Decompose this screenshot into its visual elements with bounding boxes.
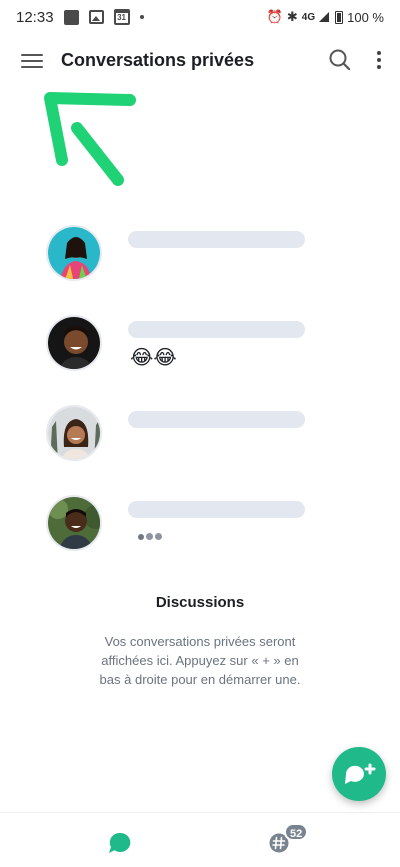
new-conversation-button[interactable] — [332, 747, 386, 801]
list-item: 😂😂 — [0, 315, 400, 395]
channels-unread-badge: 52 — [284, 823, 309, 841]
avatar — [46, 225, 102, 281]
network-type: 4G — [301, 11, 316, 23]
typing-dot — [155, 533, 162, 540]
placeholder-title-bar — [128, 231, 305, 248]
search-icon — [329, 49, 351, 71]
list-item — [0, 495, 400, 575]
empty-state-title: Discussions — [155, 594, 245, 611]
avatar — [46, 315, 102, 371]
avatar — [46, 405, 102, 461]
menu-icon-line — [21, 60, 43, 62]
message-preview: 😂😂 — [130, 347, 177, 369]
more-options-button[interactable] — [368, 46, 390, 74]
typing-indicator-icon — [138, 533, 162, 540]
notification-square-icon — [63, 9, 79, 25]
menu-icon-line — [21, 66, 43, 68]
placeholder-title-bar — [128, 501, 305, 518]
bottom-navigation: 52 — [0, 812, 400, 867]
placeholder-title-bar — [128, 321, 305, 338]
list-item — [0, 225, 400, 305]
empty-state-text: Vos conversations privées seront affiché… — [99, 634, 301, 687]
bluetooth-icon: ✱ — [286, 9, 298, 24]
avatar — [46, 495, 102, 551]
typing-dot — [146, 533, 153, 540]
status-time: 12:33 — [16, 8, 54, 26]
annotation-arrow-icon — [44, 92, 136, 186]
menu-button[interactable] — [14, 47, 50, 75]
nav-private-chats[interactable] — [106, 829, 134, 857]
app-bar: Conversations privées — [0, 34, 400, 88]
placeholder-title-bar — [128, 411, 305, 428]
battery-level: 100 % — [347, 9, 384, 25]
more-dot — [377, 65, 381, 69]
list-item — [0, 405, 400, 485]
calendar-icon: 31 — [113, 9, 130, 25]
menu-icon — [21, 54, 43, 56]
more-dot — [377, 58, 381, 62]
alarm-icon: ⏰ — [266, 9, 283, 24]
page-title: Conversations privées — [61, 50, 255, 70]
typing-dot — [138, 533, 144, 540]
chat-bubble-icon — [109, 832, 131, 853]
status-bar: 12:33 31 ⏰ ✱ 4G 100 % — [0, 0, 400, 34]
battery-icon — [335, 10, 344, 24]
search-button[interactable] — [326, 46, 354, 74]
new-chat-plus-icon — [345, 763, 376, 784]
more-vertical-icon — [377, 51, 381, 55]
image-notification-icon — [88, 10, 104, 24]
more-notifications-dot-icon — [139, 15, 144, 19]
signal-icon — [319, 12, 330, 22]
